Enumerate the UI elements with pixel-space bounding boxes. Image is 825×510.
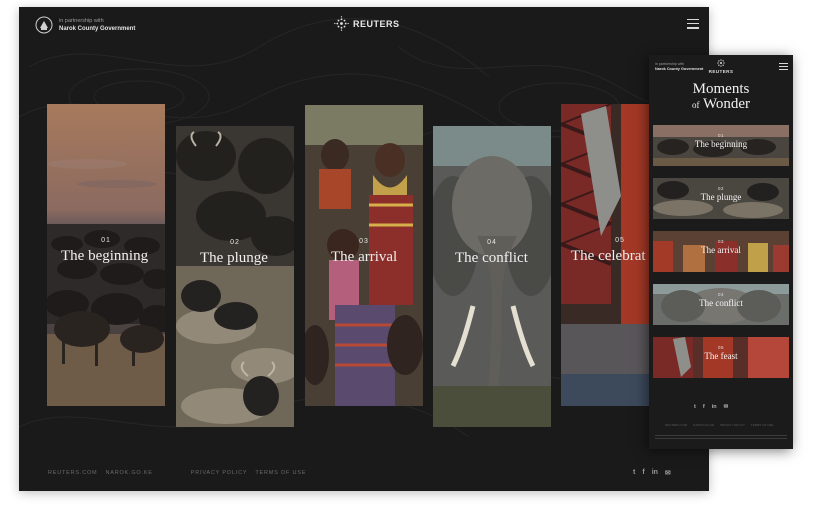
mobile-card-number: 04 <box>717 292 724 297</box>
mobile-footer-link-narok[interactable]: NAROK.GO.KE <box>693 423 714 427</box>
story-card-conflict[interactable]: 04 The conflict <box>433 126 551 427</box>
partner-badge[interactable]: in partnership with Narok County Governm… <box>35 16 135 34</box>
mobile-social-links: t f in ✉ <box>694 404 728 410</box>
social-links: t f in ✉ <box>633 469 671 477</box>
mobile-card-beginning[interactable]: 01 The beginning <box>653 125 789 166</box>
mobile-title-of: of <box>691 100 700 110</box>
card-number: 01 <box>101 237 111 244</box>
mobile-card-number: 05 <box>717 345 724 350</box>
mobile-fine-print <box>655 435 787 439</box>
mobile-footer-links: REUTERS.COM NAROK.GO.KE PRIVACY POLICY T… <box>665 423 773 427</box>
story-card-beginning[interactable]: 01 The beginning <box>47 104 165 406</box>
twitter-icon[interactable]: t <box>694 404 696 410</box>
brand-name: REUTERS <box>353 18 400 29</box>
footer-link-narok[interactable]: NAROK.GO.KE <box>105 470 152 476</box>
mobile-partner-badge[interactable]: in partnership with Narok County Governm… <box>655 62 703 72</box>
linkedin-icon[interactable]: in <box>712 404 717 410</box>
mobile-footer-link-privacy[interactable]: PRIVACY POLICY <box>720 423 745 427</box>
footer-link-privacy[interactable]: PRIVACY POLICY <box>191 470 248 476</box>
mobile-card-title: The plunge <box>700 192 742 202</box>
twitter-icon[interactable]: t <box>633 469 635 477</box>
mobile-card-title: The feast <box>704 351 738 361</box>
partner-line2: Narok County Government <box>59 26 136 32</box>
email-icon[interactable]: ✉ <box>665 469 671 477</box>
story-card-plunge[interactable]: 02 The plunge <box>176 126 294 427</box>
partner-line1: in partnership with <box>59 18 104 24</box>
mobile-card-title: The beginning <box>694 139 748 149</box>
card-title: The plunge <box>200 250 268 266</box>
email-icon[interactable]: ✉ <box>724 404 729 410</box>
story-card-arrival[interactable]: 03 The arrival <box>305 105 423 406</box>
card-image-elephant <box>433 126 551 427</box>
hamburger-menu-icon[interactable] <box>687 19 699 29</box>
footer-link-terms[interactable]: TERMS OF USE <box>255 470 306 476</box>
footer-gap <box>161 470 183 476</box>
mobile-partner-line2: Narok County Government <box>655 67 704 71</box>
mobile-card-title: The conflict <box>699 298 743 308</box>
reuters-logo[interactable]: REUTERS <box>334 16 400 31</box>
mobile-card-feast[interactable]: 05 The feast <box>653 337 789 378</box>
mobile-footer-link-terms[interactable]: TERMS OF USE <box>751 423 774 427</box>
mobile-card-number: 01 <box>717 133 724 138</box>
mobile-reuters-logo[interactable]: REUTERS <box>703 58 739 74</box>
mobile-card-number: 02 <box>717 186 724 191</box>
mobile-brand-name: REUTERS <box>708 69 734 74</box>
card-title: The arrival <box>331 249 398 265</box>
facebook-icon[interactable]: f <box>642 469 644 477</box>
facebook-icon[interactable]: f <box>703 404 705 410</box>
card-number: 02 <box>230 239 240 246</box>
mobile-card-plunge[interactable]: 02 The plunge <box>653 178 789 219</box>
mobile-card-arrival[interactable]: 03 The arrival <box>653 231 789 272</box>
card-number: 04 <box>487 239 497 246</box>
reuters-logo-icon <box>334 16 349 31</box>
card-title: The conflict <box>455 250 528 266</box>
mobile-view: in partnership with Narok County Governm… <box>649 55 793 449</box>
partner-text: in partnership with Narok County Governm… <box>59 17 135 33</box>
mobile-title-wonder: of Wonder <box>649 96 793 113</box>
mobile-title-wonder-word: Wonder <box>702 96 751 112</box>
linkedin-icon[interactable]: in <box>652 469 658 477</box>
card-number: 03 <box>359 238 369 245</box>
desktop-view: in partnership with Narok County Governm… <box>19 7 709 491</box>
mobile-card-number: 03 <box>717 239 724 244</box>
footer-links: REUTERS.COM NAROK.GO.KE PRIVACY POLICY T… <box>48 470 306 476</box>
mobile-footer-link-reuters[interactable]: REUTERS.COM <box>665 423 687 427</box>
county-seal-icon <box>35 16 53 34</box>
reuters-logo-icon <box>717 59 725 67</box>
mobile-card-conflict[interactable]: 04 The conflict <box>653 284 789 325</box>
mobile-hamburger-menu-icon[interactable] <box>779 63 788 72</box>
mobile-card-title: The arrival <box>701 245 741 255</box>
card-image-river <box>176 126 294 427</box>
footer-link-reuters[interactable]: REUTERS.COM <box>48 470 97 476</box>
card-title: The beginning <box>61 248 149 264</box>
